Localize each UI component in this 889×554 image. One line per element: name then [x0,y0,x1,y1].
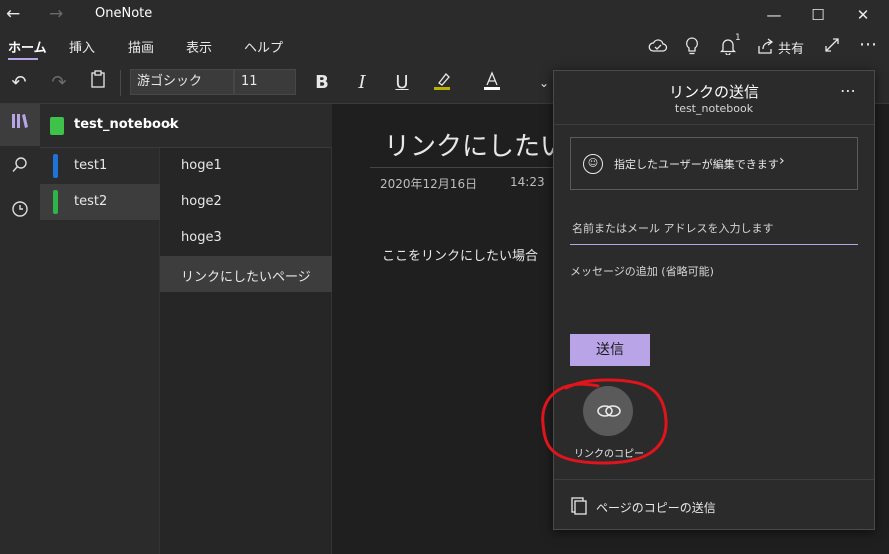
tab-view[interactable]: 表示 [186,37,212,56]
panel-title: リンクの送信 [668,83,759,101]
forward-arrow-icon[interactable]: → [49,4,63,24]
page-item-hoge3[interactable]: hoge3 [160,220,332,256]
page-time: 14:23 [510,175,545,189]
send-button[interactable]: 送信 [570,334,650,366]
page-label: hoge3 [181,230,222,245]
copy-link-button[interactable] [583,386,633,436]
section-color-icon [53,190,58,214]
notebook-name: test_notebook [74,117,179,132]
bold-icon[interactable]: B [309,70,335,96]
underline-icon[interactable]: U [389,70,415,96]
recipient-input[interactable] [570,217,858,245]
section-item-test1[interactable]: test1 [40,148,160,184]
link-icon [597,405,621,417]
close-button[interactable]: ✕ [851,3,875,27]
app-title: OneNote [95,6,153,21]
maximize-button[interactable]: ☐ [806,3,830,27]
chevron-down-icon: ⌄ [164,115,175,130]
share-button-label[interactable]: 共有 [778,38,804,57]
toolbar-divider [120,70,121,96]
page-label: リンクにしたいページ [181,270,311,285]
panel-subtitle: test_notebook [674,102,754,115]
notebook-icon [50,117,64,135]
page-copy-icon [571,497,587,515]
section-label: test1 [74,158,108,173]
tab-home[interactable]: ホーム [8,37,47,56]
page-body-text[interactable]: ここをリンクにしたい場合 [382,245,538,264]
italic-icon[interactable]: I [349,70,375,96]
search-icon[interactable] [6,155,34,183]
title-bar: ← → OneNote — ☐ ✕ [0,0,889,30]
panel-divider [554,124,874,125]
page-label: hoge2 [181,194,222,209]
send-link-panel: リンクの送信 test_notebook ⋯ ☺ 指定したユーザーが編集できます… [553,70,875,530]
lightbulb-icon[interactable] [680,37,704,59]
navigation-rail [0,104,40,554]
page-date: 2020年12月16日 [380,177,478,191]
font-family-select[interactable]: 游ゴシック [130,69,234,95]
section-label: test2 [74,194,108,209]
tab-help[interactable]: ヘルプ [244,37,283,56]
page-title[interactable]: リンクにしたい [384,126,566,163]
people-icon: ☺ [583,154,603,174]
expand-icon[interactable] [820,37,844,59]
notebooks-icon[interactable] [6,111,34,139]
permission-button[interactable]: ☺ 指定したユーザーが編集できます › [570,137,858,190]
message-input[interactable] [570,263,858,311]
page-list: hoge1 hoge2 hoge3 リンクにしたいページ [160,148,332,554]
notebook-selector[interactable]: test_notebook ⌄ [40,104,332,148]
panel-more-icon[interactable]: ⋯ [840,81,856,100]
more-options-icon[interactable]: ⋯ [856,34,880,56]
highlighter-icon[interactable] [429,70,455,96]
font-size-select[interactable]: 11 [234,69,296,95]
send-page-copy-button[interactable]: ページのコピーの送信 [596,499,716,516]
sync-status-icon[interactable] [646,37,670,59]
permission-label: 指定したユーザーが編集できます [614,158,779,171]
minimize-button[interactable]: — [762,3,786,27]
tab-draw[interactable]: 描画 [128,37,154,56]
share-icon[interactable] [754,37,778,59]
panel-divider [554,479,874,480]
font-color-icon[interactable] [479,70,505,96]
back-arrow-icon[interactable]: ← [6,4,20,24]
tab-insert[interactable]: 挿入 [69,37,95,56]
notification-count: 1 [735,33,741,43]
recent-clock-icon[interactable] [6,199,34,227]
page-item-hoge1[interactable]: hoge1 [160,148,332,184]
section-list: test1 test2 [40,148,160,554]
section-color-icon [53,154,58,178]
chevron-right-icon: › [779,153,785,169]
undo-icon[interactable]: ↶ [6,70,32,96]
page-label: hoge1 [181,158,222,173]
page-item-link-target[interactable]: リンクにしたいページ [160,256,332,292]
clipboard-icon[interactable] [85,70,111,96]
page-item-hoge2[interactable]: hoge2 [160,184,332,220]
copy-link-label[interactable]: リンクのコピー [569,445,649,460]
active-tab-indicator [8,58,38,60]
redo-icon[interactable]: ↷ [46,70,72,96]
section-item-test2[interactable]: test2 [40,184,160,220]
